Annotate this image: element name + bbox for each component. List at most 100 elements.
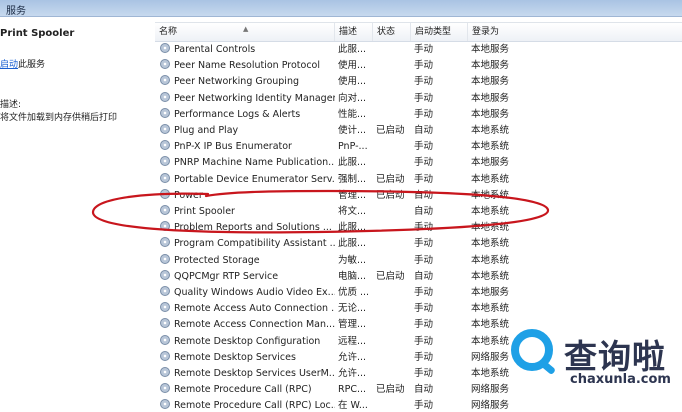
service-name: Plug and Play — [174, 125, 239, 136]
service-startup-type: 手动 — [414, 141, 434, 153]
service-name: Program Compatibility Assistant ... — [174, 238, 335, 250]
service-row[interactable]: Remote Access Auto Connection ... 无论... 手动… — [155, 301, 682, 317]
column-header-description[interactable]: 描述 — [335, 23, 373, 41]
service-name: PnP-X IP Bus Enumerator — [174, 141, 292, 153]
service-gear-icon — [160, 107, 170, 118]
service-description: 为敏... — [338, 254, 367, 266]
service-name: Portable Device Enumerator Serv... — [174, 173, 335, 185]
service-row[interactable]: Peer Networking Identity Manager 向对... 手动 本… — [155, 91, 682, 107]
service-name: Performance Logs & Alerts — [174, 108, 301, 120]
service-gear-icon — [160, 367, 170, 377]
service-status: 已启动 — [376, 384, 405, 396]
service-row[interactable]: Performance Logs & Alerts 性能... 手动 本地服务 — [155, 107, 682, 123]
service-description: 允许... — [338, 351, 367, 363]
service-logon-as: 本地服务 — [471, 287, 510, 298]
service-logon-as: 本地服务 — [471, 92, 510, 104]
service-gear-icon — [160, 253, 170, 264]
service-name-cell: Peer Networking Identity Manager — [160, 91, 335, 107]
service-logon-as: 本地服务 — [471, 76, 510, 88]
column-header-name-label: 名称 — [159, 27, 178, 37]
red-highlight-circle — [91, 189, 550, 234]
service-name: Peer Networking Identity Manager — [174, 92, 335, 104]
service-row[interactable]: Portable Device Enumerator Serv... 强制... 已… — [155, 172, 682, 188]
service-status: 已启动 — [376, 173, 405, 185]
start-service-suffix: 此服务 — [18, 60, 46, 70]
service-logon-as: 本地服务 — [471, 44, 510, 55]
service-description: 强制... — [338, 173, 367, 185]
service-gear-icon — [160, 286, 170, 296]
service-startup-type: 手动 — [414, 92, 434, 104]
column-header-startup-type[interactable]: 启动类型 — [411, 23, 468, 41]
service-row[interactable]: PnP-X IP Bus Enumerator PnP-... 手动 本地系统 — [155, 139, 682, 155]
window-title: 服务 — [6, 6, 26, 17]
service-name-cell: Peer Networking Grouping — [160, 74, 335, 90]
service-description: 允许... — [338, 368, 367, 379]
column-header-name[interactable]: 名称 ▲ — [155, 23, 335, 41]
service-gear-icon — [160, 302, 170, 313]
start-service-row: 启动此服务 — [0, 57, 45, 70]
service-description: 此服... — [338, 157, 367, 169]
service-description: 管理... — [338, 319, 367, 331]
service-description: 电脑... — [338, 270, 367, 282]
service-description: 性能... — [338, 108, 367, 120]
service-name-cell: Portable Device Enumerator Serv... — [160, 172, 335, 188]
service-row[interactable]: Quality Windows Audio Video Ex... 优质 ... 手… — [155, 285, 682, 301]
description-text: 将文件加载到内存供稍后打印 — [0, 113, 118, 123]
service-startup-type: 手动 — [414, 303, 434, 315]
service-description: 使用... — [338, 76, 367, 88]
service-name-cell: PnP-X IP Bus Enumerator — [160, 139, 335, 155]
service-row[interactable]: PNRP Machine Name Publication... 此服... 手动 本… — [155, 155, 682, 171]
selected-service-name: Print Spooler — [0, 28, 75, 39]
service-name-cell: Remote Desktop Services — [160, 350, 335, 366]
service-name-cell: QQPCMgr RTP Service — [160, 269, 335, 285]
service-name-cell: Parental Controls — [160, 42, 335, 58]
service-startup-type: 手动 — [414, 287, 434, 298]
column-header-logon-as[interactable]: 登录为 — [468, 23, 682, 41]
service-row[interactable]: Parental Controls 此服... 手动 本地服务 — [155, 42, 682, 58]
service-logon-as: 本地服务 — [471, 108, 510, 120]
service-description: RPC... — [338, 384, 367, 396]
service-description: 优质 ... — [338, 287, 370, 298]
service-description: 使计... — [338, 125, 367, 136]
service-description: PnP-... — [338, 141, 368, 153]
service-gear-icon — [160, 172, 170, 183]
column-header-status[interactable]: 状态 — [373, 23, 411, 41]
service-name: Remote Access Auto Connection ... — [174, 303, 335, 315]
service-row[interactable]: QQPCMgr RTP Service 电脑... 已启动 自动 本地系统 — [155, 269, 682, 285]
service-name-cell: PNRP Machine Name Publication... — [160, 155, 335, 171]
service-description: 无论... — [338, 303, 367, 315]
service-startup-type: 手动 — [414, 157, 434, 169]
service-row[interactable]: Plug and Play 使计... 已启动 自动 本地系统 — [155, 123, 682, 139]
description-label: 描述: — [0, 100, 22, 110]
service-name-cell: Remote Access Auto Connection ... — [160, 301, 335, 317]
service-name-cell: Remote Procedure Call (RPC) Loc... — [160, 398, 335, 412]
service-name: Quality Windows Audio Video Ex... — [174, 287, 335, 298]
service-status: 已启动 — [376, 125, 405, 136]
service-name-cell: Protected Storage — [160, 253, 335, 269]
service-gear-icon — [160, 399, 170, 410]
watermark-brand-text: 查询啦 — [564, 337, 666, 376]
service-startup-type: 手动 — [414, 400, 434, 412]
service-gear-icon — [160, 59, 170, 70]
service-row[interactable]: Peer Name Resolution Protocol 使用... 手动 本地服务 — [155, 58, 682, 74]
service-row[interactable]: Peer Networking Grouping 使用... 手动 本地服务 — [155, 74, 682, 90]
service-logon-as: 本地服务 — [471, 60, 510, 72]
service-gear-icon — [160, 140, 170, 151]
service-startup-type: 手动 — [414, 173, 434, 185]
service-gear-icon — [160, 43, 170, 53]
service-logon-as: 本地系统 — [471, 254, 510, 266]
watermark: 查询啦 chaxunla.com — [506, 322, 682, 412]
service-startup-type: 手动 — [414, 351, 434, 363]
service-gear-icon — [160, 156, 170, 167]
service-name: Remote Access Connection Man... — [174, 319, 335, 331]
service-startup-type: 手动 — [414, 76, 434, 88]
service-gear-icon — [160, 334, 170, 345]
service-logon-as: 本地系统 — [471, 270, 510, 282]
service-name-cell: Performance Logs & Alerts — [160, 107, 335, 123]
start-service-link[interactable]: 启动 — [0, 60, 18, 70]
list-header: 名称 ▲ 描述 状态 启动类型 登录为 — [155, 22, 682, 42]
service-row[interactable]: Protected Storage 为敏... 手动 本地系统 — [155, 253, 682, 269]
service-startup-type: 手动 — [414, 108, 434, 120]
service-name-cell: Remote Desktop Services UserM... — [160, 366, 335, 382]
service-logon-as: 本地系统 — [471, 173, 510, 185]
